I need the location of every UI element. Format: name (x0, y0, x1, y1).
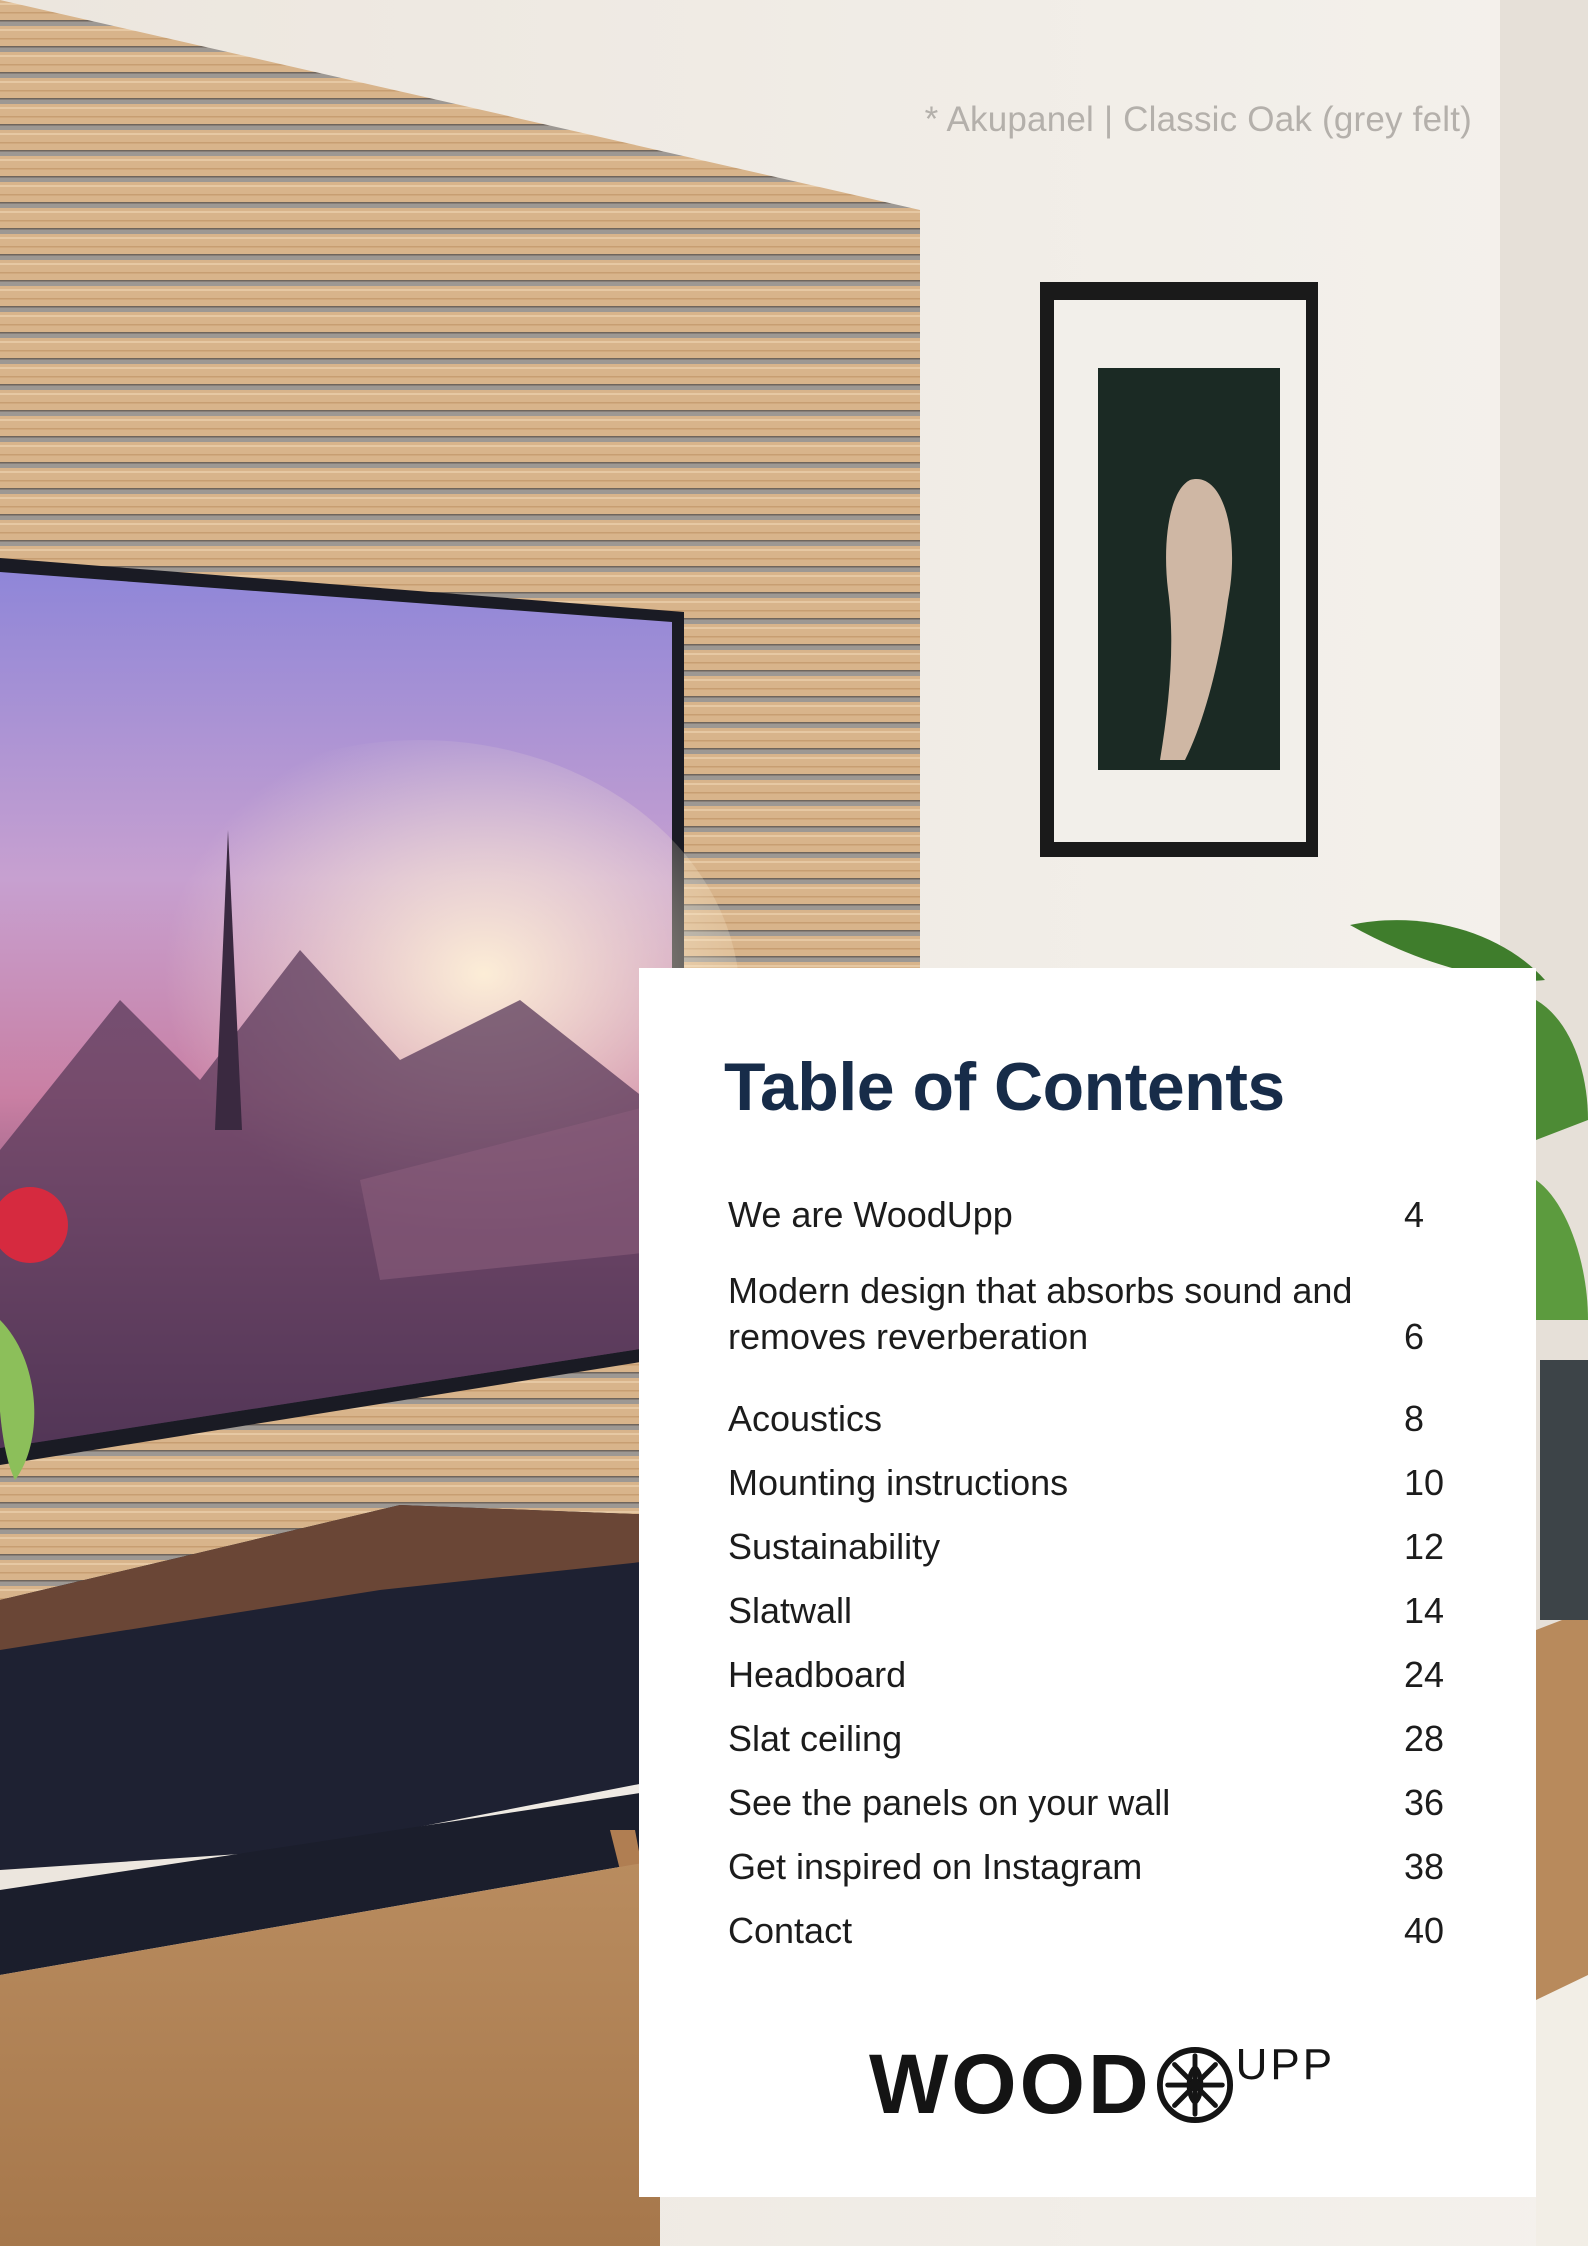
toc-item-page: 28 (1404, 1718, 1445, 1759)
toc-item: Sustainability 12 (728, 1524, 1448, 1570)
toc-item: Slat ceiling 28 (728, 1716, 1448, 1762)
logo-sub-wordmark: UPP (1235, 2040, 1336, 2089)
toc-title: Table of Contents (724, 1049, 1285, 1125)
toc-item-title: Mounting instructions (728, 1462, 1069, 1503)
toc-item-title: Sustainability (728, 1526, 941, 1567)
tree-icon (1156, 2046, 1233, 2123)
toc-item-title: We are WoodUpp (728, 1194, 1013, 1235)
toc-item: Get inspired on Instagram 38 (728, 1844, 1448, 1890)
toc-item-page: 38 (1404, 1846, 1445, 1887)
logo-wordmark: WOOD (869, 2037, 1152, 2131)
toc-item-page: 6 (1404, 1316, 1425, 1357)
toc-item: Mounting instructions 10 (728, 1460, 1448, 1506)
toc-item-title: Slatwall (728, 1590, 853, 1631)
toc-item-page: 12 (1404, 1526, 1445, 1567)
toc-item: Headboard 24 (728, 1652, 1448, 1698)
toc-item: We are WoodUpp 4 (728, 1192, 1448, 1238)
toc-item-title: Acoustics (728, 1398, 883, 1439)
toc-item-title: See the panels on your wall (728, 1782, 1171, 1823)
toc-item: Acoustics 8 (728, 1396, 1448, 1442)
toc-item: See the panels on your wall 36 (728, 1780, 1448, 1826)
toc-item-page: 14 (1404, 1590, 1445, 1631)
toc-item: Contact 40 (728, 1908, 1448, 1954)
toc-item-title: Get inspired on Instagram (728, 1846, 1143, 1887)
toc-item-page: 4 (1404, 1194, 1425, 1235)
toc-item-page: 10 (1404, 1462, 1445, 1503)
table-of-contents-card: Table of Contents We are WoodUpp 4 Moder… (639, 968, 1536, 2197)
photo-caption: * Akupanel | Classic Oak (grey felt) (924, 100, 1472, 139)
toc-item-title: Modern design that absorbs sound and rem… (728, 1270, 1353, 1357)
woodupp-logo: WOOD UPP (869, 2036, 1335, 2133)
toc-item: Modern design that absorbs sound and rem… (728, 1268, 1448, 1360)
toc-item-title: Slat ceiling (728, 1718, 903, 1759)
toc-item-title: Contact (728, 1910, 853, 1951)
toc-item-page: 8 (1404, 1398, 1425, 1439)
toc-item: Slatwall 14 (728, 1588, 1448, 1634)
toc-item-page: 40 (1404, 1910, 1445, 1951)
toc-item-page: 36 (1404, 1782, 1445, 1823)
toc-list: We are WoodUpp 4 Modern design that abso… (728, 1192, 1448, 1954)
toc-item-page: 24 (1404, 1654, 1445, 1695)
toc-item-title: Headboard (728, 1654, 907, 1695)
